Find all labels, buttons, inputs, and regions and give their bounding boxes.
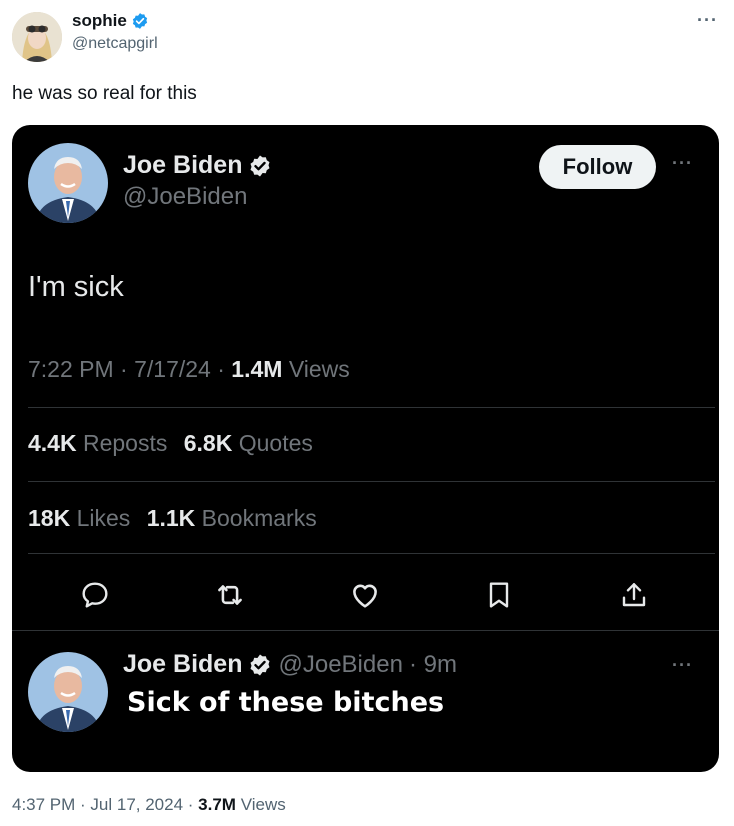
quoted-author-handle[interactable]: @JoeBiden [123, 183, 272, 211]
reposts-stat[interactable]: 4.4K Reposts [28, 430, 174, 456]
reply-button[interactable] [75, 575, 115, 615]
quoted-tweet-text: I'm sick [28, 271, 124, 303]
reply-avatar[interactable] [28, 652, 108, 732]
verified-badge-icon [250, 654, 270, 675]
reply-text: Sick of these bitches [127, 687, 445, 718]
quotes-count: 6.8K [183, 430, 233, 456]
quoted-tweet-card[interactable]: Joe Biden @JoeBiden Follow ··· I'm sick … [12, 125, 719, 772]
tweet-views-label: Views [240, 795, 286, 814]
quoted-author-name[interactable]: Joe Biden [123, 151, 242, 180]
likes-count: 18K [28, 505, 71, 531]
reply-time[interactable]: · 9m [409, 651, 457, 679]
likes-stat[interactable]: 18K Likes [28, 505, 137, 531]
divider [28, 407, 715, 408]
quoted-tweet-meta: 7:22 PM · 7/17/24 · 1.4M Views [28, 356, 350, 383]
more-options-icon[interactable]: ··· [697, 10, 718, 31]
quoted-timestamp[interactable]: 7:22 PM · 7/17/24 · [28, 356, 225, 382]
like-button[interactable] [345, 575, 385, 615]
divider [28, 553, 715, 554]
quoted-views-label: Views [288, 356, 350, 382]
repost-button[interactable] [210, 575, 250, 615]
avatar[interactable] [12, 12, 62, 62]
tweet-meta: 4:37 PM · Jul 17, 2024 · 3.7M Views [12, 795, 286, 815]
reply-icon [82, 582, 108, 608]
follow-button[interactable]: Follow [539, 145, 656, 189]
share-button[interactable] [614, 575, 654, 615]
quoted-more-options-icon[interactable]: ··· [672, 153, 693, 174]
reply-avatar-image [28, 652, 108, 732]
divider [28, 481, 715, 482]
reply-more-options-icon[interactable]: ··· [672, 655, 693, 676]
likes-bookmarks-stats: 18K Likes 1.1K Bookmarks [28, 505, 317, 532]
bookmarks-stat[interactable]: 1.1K Bookmarks [147, 505, 317, 531]
reply-author-handle[interactable]: @JoeBiden [278, 651, 402, 679]
bookmarks-count: 1.1K [146, 505, 196, 531]
reply-header: Joe Biden @JoeBiden · 9m [123, 650, 457, 679]
quoted-author-info: Joe Biden @JoeBiden [123, 151, 272, 211]
tweet-text: he was so real for this [12, 83, 197, 104]
quoted-views-count: 1.4M [231, 356, 283, 382]
bookmark-button[interactable] [479, 575, 519, 615]
avatar-image [12, 12, 62, 62]
author-name[interactable]: sophie [72, 11, 127, 31]
reposts-count: 4.4K [28, 430, 77, 456]
author-handle[interactable]: @netcapgirl [72, 35, 158, 53]
divider [12, 630, 719, 631]
share-icon [622, 583, 646, 607]
quoted-avatar-image [28, 143, 108, 223]
tweet-views-count: 3.7M [198, 795, 236, 814]
like-icon [353, 584, 377, 608]
reply-author-name[interactable]: Joe Biden [123, 650, 242, 679]
quotes-label: Quotes [238, 430, 313, 456]
verified-badge-icon [250, 155, 270, 176]
tweet-timestamp[interactable]: 4:37 PM · Jul 17, 2024 · [12, 795, 193, 814]
likes-label: Likes [76, 505, 131, 531]
bookmark-icon [489, 582, 509, 608]
author-info: sophie @netcapgirl [72, 11, 158, 53]
verified-badge-icon [132, 13, 147, 29]
bookmarks-label: Bookmarks [201, 505, 317, 531]
quoted-avatar[interactable] [28, 143, 108, 223]
reposts-quotes-stats: 4.4K Reposts 6.8K Quotes [28, 430, 313, 457]
reposts-label: Reposts [82, 430, 168, 456]
repost-icon [218, 585, 242, 605]
quotes-stat[interactable]: 6.8K Quotes [184, 430, 313, 456]
